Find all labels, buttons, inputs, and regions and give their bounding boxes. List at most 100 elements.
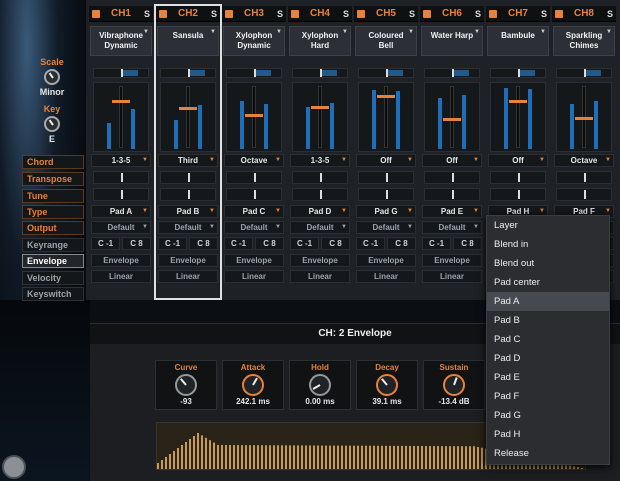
type-select[interactable]: Pad C ▼ bbox=[224, 205, 284, 218]
output-select[interactable]: Default ▼ bbox=[91, 221, 151, 234]
param-hold[interactable]: Hold 0.00 ms bbox=[289, 360, 351, 410]
transpose-handle[interactable] bbox=[452, 173, 454, 182]
menu-item-pad-h[interactable]: Pad H bbox=[487, 425, 609, 444]
pan-handle[interactable] bbox=[320, 69, 322, 77]
keyrange-high[interactable]: C 8 bbox=[453, 237, 482, 250]
tune-handle[interactable] bbox=[518, 190, 520, 199]
param-sustain[interactable]: Sustain -13.4 dB bbox=[423, 360, 485, 410]
param-knob[interactable] bbox=[376, 374, 398, 396]
menu-item-blend-out[interactable]: Blend out bbox=[487, 254, 609, 273]
velocity-button[interactable]: Velocity bbox=[22, 271, 84, 285]
chord-select[interactable]: Off ▼ bbox=[488, 154, 548, 167]
envelope-button[interactable]: Envelope bbox=[356, 254, 416, 267]
transpose-slider[interactable] bbox=[556, 171, 612, 184]
chord-select[interactable]: Octave ▼ bbox=[224, 154, 284, 167]
volume-fader[interactable] bbox=[358, 82, 414, 152]
keyrange-low[interactable]: C -1 bbox=[91, 237, 120, 250]
solo-button[interactable]: S bbox=[343, 6, 349, 22]
volume-fader[interactable] bbox=[556, 82, 612, 152]
channel-power-icon[interactable] bbox=[555, 10, 563, 18]
keyswitch-button[interactable]: Keyswitch bbox=[22, 287, 84, 301]
solo-button[interactable]: S bbox=[607, 6, 613, 22]
menu-item-blend-in[interactable]: Blend in bbox=[487, 235, 609, 254]
envelope-button[interactable]: Envelope bbox=[22, 254, 84, 268]
transpose-slider[interactable] bbox=[226, 171, 282, 184]
keyrange-low[interactable]: C -1 bbox=[290, 237, 319, 250]
tune-slider[interactable] bbox=[490, 188, 546, 201]
menu-item-layer[interactable]: Layer bbox=[487, 216, 609, 235]
tune-handle[interactable] bbox=[121, 190, 123, 199]
output-select[interactable]: Default ▼ bbox=[422, 221, 482, 234]
output-select[interactable]: Default ▼ bbox=[290, 221, 350, 234]
pan-slider[interactable] bbox=[490, 68, 546, 78]
tune-slider[interactable] bbox=[93, 188, 149, 201]
tune-slider[interactable] bbox=[424, 188, 480, 201]
param-knob[interactable] bbox=[242, 374, 264, 396]
menu-item-pad-center[interactable]: Pad center bbox=[487, 273, 609, 292]
param-attack[interactable]: Attack 242.1 ms bbox=[222, 360, 284, 410]
transpose-button[interactable]: Transpose bbox=[22, 172, 84, 186]
instrument-selector[interactable]: ▼ Water Harp bbox=[421, 26, 483, 56]
param-curve[interactable]: Curve -93 bbox=[155, 360, 217, 410]
volume-fader[interactable] bbox=[226, 82, 282, 152]
pan-handle[interactable] bbox=[121, 69, 123, 77]
fader-handle[interactable] bbox=[509, 99, 527, 103]
transpose-slider[interactable] bbox=[424, 171, 480, 184]
param-knob[interactable] bbox=[443, 374, 465, 396]
envelope-button[interactable]: Envelope bbox=[224, 254, 284, 267]
instrument-selector[interactable]: ▼ Vibraphone Dynamic bbox=[90, 26, 152, 56]
transpose-handle[interactable] bbox=[254, 173, 256, 182]
menu-item-pad-e[interactable]: Pad E bbox=[487, 368, 609, 387]
instrument-selector[interactable]: ▼ Coloured Bell bbox=[355, 26, 417, 56]
chord-button[interactable]: Chord bbox=[22, 155, 84, 169]
volume-fader[interactable] bbox=[93, 82, 149, 152]
solo-button[interactable]: S bbox=[409, 6, 415, 22]
type-select[interactable]: Pad D ▼ bbox=[290, 205, 350, 218]
velocity-curve-button[interactable]: Linear bbox=[356, 270, 416, 283]
tune-handle[interactable] bbox=[584, 190, 586, 199]
pan-handle[interactable] bbox=[452, 69, 454, 77]
pan-slider[interactable] bbox=[556, 68, 612, 78]
pan-handle[interactable] bbox=[584, 69, 586, 77]
scale-knob[interactable] bbox=[44, 69, 60, 85]
channel-power-icon[interactable] bbox=[489, 10, 497, 18]
instrument-selector[interactable]: ▼ Bambule bbox=[487, 26, 549, 56]
volume-fader[interactable] bbox=[490, 82, 546, 152]
transpose-handle[interactable] bbox=[386, 173, 388, 182]
param-knob[interactable] bbox=[175, 374, 197, 396]
menu-item-pad-f[interactable]: Pad F bbox=[487, 387, 609, 406]
keyrange-high[interactable]: C 8 bbox=[321, 237, 350, 250]
envelope-button[interactable]: Envelope bbox=[290, 254, 350, 267]
tune-handle[interactable] bbox=[452, 190, 454, 199]
keyrange-low[interactable]: C -1 bbox=[224, 237, 253, 250]
fader-handle[interactable] bbox=[245, 113, 263, 117]
channel-power-icon[interactable] bbox=[291, 10, 299, 18]
chord-select[interactable]: 1-3-5 ▼ bbox=[290, 154, 350, 167]
tune-handle[interactable] bbox=[320, 190, 322, 199]
tune-handle[interactable] bbox=[254, 190, 256, 199]
envelope-button[interactable]: Envelope bbox=[91, 254, 151, 267]
fader-handle[interactable] bbox=[377, 95, 395, 99]
transpose-handle[interactable] bbox=[518, 173, 520, 182]
channel-power-icon[interactable] bbox=[225, 10, 233, 18]
tune-slider[interactable] bbox=[292, 188, 348, 201]
tune-button[interactable]: Tune bbox=[22, 189, 84, 203]
instrument-selector[interactable]: ▼ Sparkling Chimes bbox=[553, 26, 615, 56]
tune-slider[interactable] bbox=[226, 188, 282, 201]
output-select[interactable]: Default ▼ bbox=[224, 221, 284, 234]
envelope-button[interactable]: Envelope bbox=[422, 254, 482, 267]
volume-fader[interactable] bbox=[424, 82, 480, 152]
tune-slider[interactable] bbox=[358, 188, 414, 201]
keyrange-low[interactable]: C -1 bbox=[422, 237, 451, 250]
pan-slider[interactable] bbox=[292, 68, 348, 78]
fader-handle[interactable] bbox=[311, 105, 329, 109]
tune-handle[interactable] bbox=[386, 190, 388, 199]
transpose-slider[interactable] bbox=[490, 171, 546, 184]
channel-power-icon[interactable] bbox=[357, 10, 365, 18]
fader-handle[interactable] bbox=[112, 99, 130, 103]
pan-handle[interactable] bbox=[254, 69, 256, 77]
pan-slider[interactable] bbox=[93, 68, 149, 78]
transpose-slider[interactable] bbox=[93, 171, 149, 184]
param-knob[interactable] bbox=[309, 374, 331, 396]
keyrange-high[interactable]: C 8 bbox=[387, 237, 416, 250]
